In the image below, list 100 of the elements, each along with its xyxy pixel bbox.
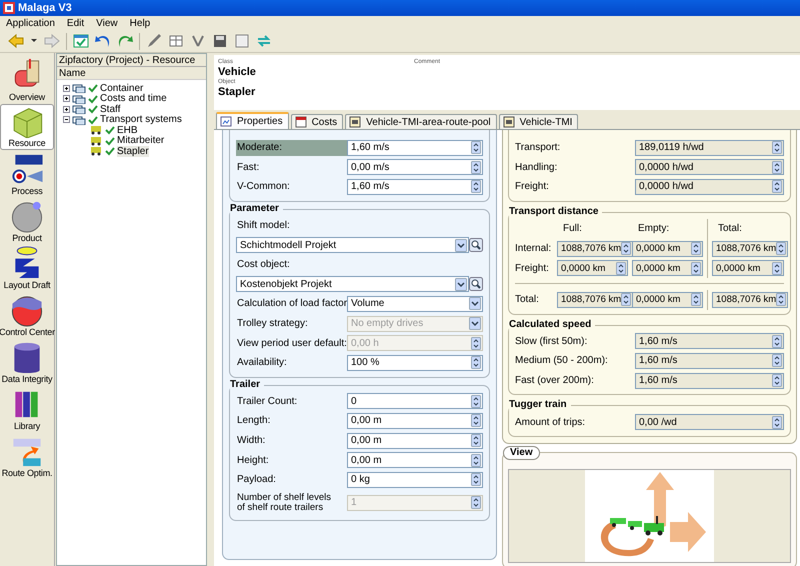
spin-field[interactable]: 1,60 m/s: [635, 333, 784, 350]
pencil-icon[interactable]: [146, 33, 162, 49]
dropdown[interactable]: Volume: [347, 296, 483, 312]
spin-field[interactable]: 0,00 m: [347, 452, 483, 468]
object-name: Stapler: [218, 86, 256, 99]
tree-item[interactable]: Transport systems: [100, 114, 182, 126]
spin-field[interactable]: 1088,7076 km: [712, 240, 788, 257]
spinner-icon[interactable]: [772, 334, 782, 348]
nav-item[interactable]: Product: [0, 198, 54, 244]
dropdown[interactable]: Schichtmodell Projekt: [236, 237, 469, 254]
nav-item[interactable]: Resource: [0, 104, 54, 150]
spinner-icon[interactable]: [772, 374, 782, 388]
tab[interactable]: Vehicle-TMI: [498, 114, 578, 129]
spinner-icon[interactable]: [471, 454, 481, 467]
spinner-icon[interactable]: [616, 262, 626, 275]
dropdown[interactable]: Kostenobjekt Projekt: [236, 276, 469, 292]
nav-item[interactable]: Process: [0, 151, 54, 197]
spin-field[interactable]: 0,00 m/s: [347, 159, 483, 176]
redo-icon[interactable]: [117, 33, 133, 49]
spin-field[interactable]: 189,0119 h/wd: [635, 140, 784, 156]
spin-field[interactable]: 0,0000 km: [557, 260, 628, 276]
lookup-icon[interactable]: [469, 277, 483, 292]
nav-item[interactable]: Control Center: [0, 292, 54, 338]
column-header: Full:: [562, 222, 583, 236]
tree-item[interactable]: Staff: [100, 104, 120, 115]
spin-field[interactable]: 0,0000 km: [632, 260, 703, 276]
spin-field[interactable]: 1,60 m/s: [347, 178, 483, 195]
spinner-icon[interactable]: [471, 473, 481, 486]
spinner-icon[interactable]: [621, 242, 632, 256]
table-icon[interactable]: [168, 33, 184, 49]
vehicle-icon: [89, 136, 103, 146]
spinner-icon[interactable]: [776, 242, 786, 256]
spin-field[interactable]: 0 kg: [347, 472, 483, 488]
spin-field[interactable]: 0: [347, 393, 483, 410]
nav-item[interactable]: Overview: [0, 57, 54, 103]
expand-icon[interactable]: [63, 84, 70, 92]
spin-field[interactable]: 1088,7076 km: [712, 292, 788, 308]
field-label: Fast:: [236, 160, 260, 175]
spinner-icon[interactable]: [471, 160, 481, 174]
tree-item[interactable]: Costs and time: [100, 93, 167, 104]
spinner-icon[interactable]: [471, 356, 481, 370]
tab[interactable]: Costs: [290, 114, 344, 129]
spin-field[interactable]: 0,0000 km: [712, 260, 784, 276]
spinner-icon[interactable]: [691, 242, 701, 256]
spin-field[interactable]: 0,00 m: [347, 432, 483, 449]
tab[interactable]: Vehicle-TMI-area-route-pool: [345, 114, 497, 129]
save-icon[interactable]: [212, 33, 228, 49]
spinner-icon[interactable]: [471, 434, 481, 448]
spinner-icon[interactable]: [772, 141, 782, 154]
spin-field[interactable]: 0,0000 km: [632, 240, 703, 257]
column-header[interactable]: Name: [57, 67, 206, 80]
spinner-icon[interactable]: [471, 180, 481, 194]
spinner-icon[interactable]: [471, 414, 481, 428]
spin-field[interactable]: 1088,7076 km: [557, 240, 634, 257]
menu-item[interactable]: Help: [124, 18, 156, 28]
expand-icon[interactable]: [63, 106, 70, 113]
tab-icon: [349, 116, 362, 128]
spinner-icon[interactable]: [772, 416, 782, 429]
tree-item[interactable]: Container: [100, 82, 144, 94]
spinner-icon[interactable]: [772, 354, 782, 368]
spin-field[interactable]: 0,00 m: [347, 412, 483, 429]
menu-item[interactable]: Edit: [60, 18, 90, 28]
window-check-icon[interactable]: [73, 33, 89, 49]
spin-field[interactable]: 1,60 m/s: [635, 372, 784, 389]
nav-item[interactable]: Library: [0, 386, 54, 432]
spin-field[interactable]: 100 %: [347, 354, 483, 371]
undo-icon[interactable]: [95, 33, 111, 49]
spinner-icon[interactable]: [691, 293, 701, 306]
collapse-icon[interactable]: [63, 116, 70, 124]
spinner-icon[interactable]: [776, 293, 786, 306]
tree-item[interactable]: Mitarbeiter: [117, 135, 164, 146]
field-label: Width:: [236, 434, 266, 448]
nav-item[interactable]: Data Integrity: [0, 339, 54, 385]
menu-item[interactable]: View: [90, 18, 124, 28]
spinner-icon[interactable]: [471, 394, 481, 408]
spinner-icon[interactable]: [471, 141, 481, 154]
tree-item[interactable]: Stapler: [117, 146, 149, 157]
spin-field[interactable]: 0,0000 km: [632, 292, 703, 308]
spin-field[interactable]: 0,0000 h/wd: [635, 159, 784, 176]
nav-item[interactable]: Layout Draft: [0, 245, 54, 291]
field-label: Number of shelf levels of shelf route trailers: [236, 490, 332, 514]
spin-field[interactable]: 0,0000 h/wd: [635, 178, 784, 195]
back-arrow-icon[interactable]: [8, 33, 24, 49]
tree-item[interactable]: EHB: [117, 124, 138, 136]
spin-field[interactable]: 1088,7076 km: [557, 292, 634, 308]
spinner-icon[interactable]: [772, 180, 782, 194]
spinner-icon[interactable]: [691, 262, 701, 275]
spinner-icon[interactable]: [621, 293, 632, 306]
spinner-icon[interactable]: [772, 262, 782, 275]
folder-icon: [72, 83, 86, 94]
frame-icon[interactable]: [234, 33, 250, 49]
lookup-icon[interactable]: [469, 238, 483, 252]
tab[interactable]: Properties: [216, 112, 289, 129]
menu-item[interactable]: Application: [0, 18, 61, 28]
spin-field[interactable]: 0,00 /wd: [635, 414, 784, 430]
spin-field[interactable]: 1,60 m/s: [635, 352, 784, 369]
spin-field[interactable]: 1,60 m/s: [347, 140, 483, 156]
expand-icon[interactable]: [63, 95, 70, 102]
nav-item[interactable]: Route Optim.: [0, 433, 54, 479]
spinner-icon[interactable]: [772, 160, 782, 174]
